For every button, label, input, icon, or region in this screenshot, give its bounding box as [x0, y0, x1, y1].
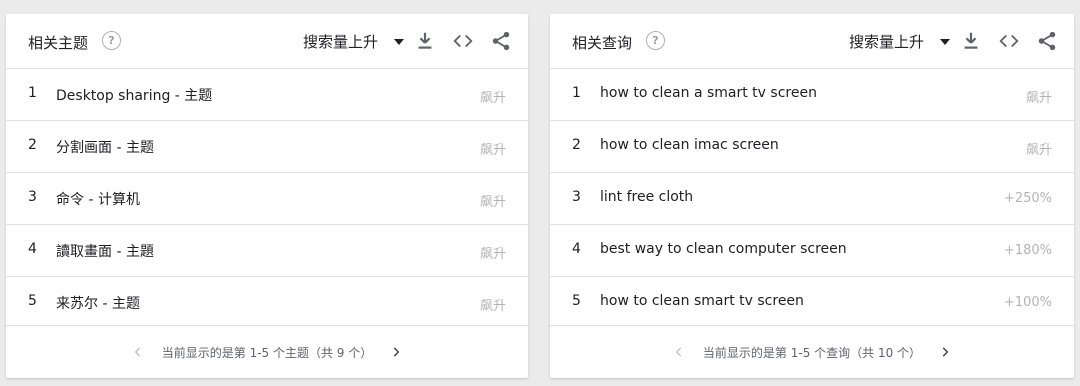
- chevron-left-icon[interactable]: [128, 342, 148, 362]
- sort-dropdown[interactable]: 搜索量上升: [849, 31, 950, 52]
- rank-number: 1: [28, 85, 37, 101]
- rank-number: 3: [28, 189, 37, 205]
- pagination: 当前显示的是第 1-5 个查询（共 10 个）: [550, 325, 1074, 378]
- card-title: 相关主题: [28, 34, 89, 52]
- item-label[interactable]: 分割画面 - 主题: [56, 137, 154, 157]
- sort-label: 搜索量上升: [302, 33, 378, 51]
- list-item[interactable]: 5 来苏尔 - 主题 飙升: [6, 277, 528, 328]
- item-label[interactable]: how to clean imac screen: [600, 137, 779, 153]
- list-item[interactable]: 5 how to clean smart tv screen +100%: [550, 277, 1074, 328]
- rank-number: 3: [572, 189, 581, 205]
- list-item[interactable]: 2 分割画面 - 主题 飙升: [6, 121, 528, 173]
- code-embed-icon[interactable]: [452, 30, 474, 52]
- list-item[interactable]: 4 讀取畫面 - 主題 飙升: [6, 225, 528, 277]
- card-header: 相关主题 ? 搜索量上升: [6, 14, 528, 69]
- item-label[interactable]: best way to clean computer screen: [600, 241, 847, 257]
- item-value: +100%: [1003, 295, 1052, 310]
- related-topics-card: 相关主题 ? 搜索量上升 1 Desktop sharing - 主题 飙升 2…: [6, 14, 528, 378]
- rank-number: 5: [28, 293, 37, 309]
- pagination-text: 当前显示的是第 1-5 个主题（共 9 个）: [161, 345, 373, 360]
- item-label[interactable]: 讀取畫面 - 主題: [56, 241, 154, 261]
- download-icon[interactable]: [414, 30, 436, 52]
- rank-number: 2: [572, 137, 581, 153]
- item-value: 飙升: [479, 143, 506, 158]
- item-label[interactable]: Desktop sharing - 主题: [56, 85, 212, 105]
- item-value: 飙升: [479, 91, 506, 106]
- query-list: 1 how to clean a smart tv screen 飙升 2 ho…: [550, 69, 1074, 328]
- rank-number: 1: [572, 85, 581, 101]
- item-label[interactable]: 命令 - 计算机: [56, 189, 140, 209]
- download-icon[interactable]: [960, 30, 982, 52]
- list-item[interactable]: 1 how to clean a smart tv screen 飙升: [550, 69, 1074, 121]
- item-value: +250%: [1003, 191, 1052, 206]
- rank-number: 2: [28, 137, 37, 153]
- help-circle-icon[interactable]: ?: [646, 31, 665, 50]
- chevron-left-icon[interactable]: [669, 342, 689, 362]
- pagination-text: 当前显示的是第 1-5 个查询（共 10 个）: [702, 345, 922, 360]
- share-icon[interactable]: [1036, 30, 1058, 52]
- list-item[interactable]: 3 lint free cloth +250%: [550, 173, 1074, 225]
- item-value: 飙升: [479, 247, 506, 262]
- help-circle-icon[interactable]: ?: [102, 31, 121, 50]
- item-value: 飙升: [1025, 143, 1052, 158]
- code-embed-icon[interactable]: [998, 30, 1020, 52]
- list-item[interactable]: 3 命令 - 计算机 飙升: [6, 173, 528, 225]
- sort-dropdown[interactable]: 搜索量上升: [303, 31, 404, 52]
- item-value: +180%: [1003, 243, 1052, 258]
- pagination: 当前显示的是第 1-5 个主题（共 9 个）: [6, 325, 528, 378]
- item-value: 飙升: [479, 299, 506, 314]
- caret-down-icon: [940, 38, 950, 45]
- rank-number: 4: [28, 241, 37, 257]
- caret-down-icon: [394, 38, 404, 45]
- chevron-right-icon[interactable]: [386, 342, 406, 362]
- card-header: 相关查询 ? 搜索量上升: [550, 14, 1074, 69]
- item-label[interactable]: how to clean smart tv screen: [600, 293, 804, 309]
- item-label[interactable]: lint free cloth: [600, 189, 693, 205]
- list-item[interactable]: 2 how to clean imac screen 飙升: [550, 121, 1074, 173]
- item-value: 飙升: [479, 195, 506, 210]
- topic-list: 1 Desktop sharing - 主题 飙升 2 分割画面 - 主题 飙升…: [6, 69, 528, 328]
- chevron-right-icon[interactable]: [935, 342, 955, 362]
- rank-number: 5: [572, 293, 581, 309]
- list-item[interactable]: 1 Desktop sharing - 主题 飙升: [6, 69, 528, 121]
- related-queries-card: 相关查询 ? 搜索量上升 1 how to clean a smart tv s…: [550, 14, 1074, 378]
- card-title: 相关查询: [572, 34, 633, 52]
- list-item[interactable]: 4 best way to clean computer screen +180…: [550, 225, 1074, 277]
- item-label[interactable]: how to clean a smart tv screen: [600, 85, 817, 101]
- share-icon[interactable]: [490, 30, 512, 52]
- sort-label: 搜索量上升: [848, 33, 924, 51]
- item-label[interactable]: 来苏尔 - 主题: [56, 293, 140, 313]
- rank-number: 4: [572, 241, 581, 257]
- item-value: 飙升: [1025, 91, 1052, 106]
